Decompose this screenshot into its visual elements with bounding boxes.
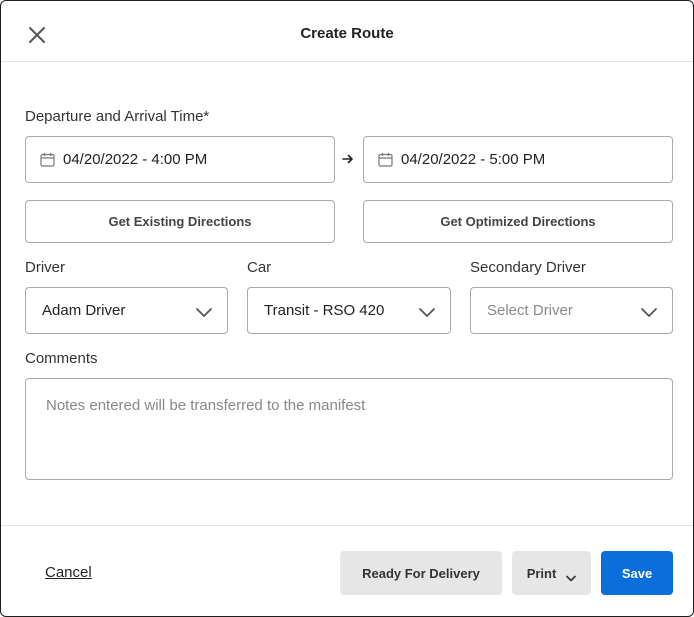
secondary-driver-label: Secondary Driver bbox=[470, 259, 586, 276]
departure-time-value: 04/20/2022 - 4:00 PM bbox=[63, 151, 208, 168]
arrival-time-value: 04/20/2022 - 5:00 PM bbox=[401, 151, 546, 168]
create-route-dialog: Create Route Departure and Arrival Time*… bbox=[0, 0, 694, 617]
departure-time-field[interactable]: 04/20/2022 - 4:00 PM bbox=[25, 136, 335, 183]
time-label: Departure and Arrival Time* bbox=[25, 108, 210, 125]
arrow-right-icon bbox=[341, 152, 355, 166]
dialog-header: Create Route bbox=[1, 1, 693, 62]
driver-select[interactable]: Adam Driver bbox=[25, 287, 228, 334]
print-label: Print bbox=[526, 565, 557, 581]
cancel-link[interactable]: Cancel bbox=[45, 564, 92, 581]
save-button[interactable]: Save bbox=[601, 551, 673, 595]
driver-label: Driver bbox=[25, 259, 65, 276]
get-optimized-directions-button[interactable]: Get Optimized Directions bbox=[363, 200, 673, 243]
print-button[interactable]: Print bbox=[512, 551, 591, 595]
car-label: Car bbox=[247, 259, 272, 276]
arrival-time-field[interactable]: 04/20/2022 - 5:00 PM bbox=[363, 136, 673, 183]
dialog-title: Create Route bbox=[300, 25, 394, 42]
car-select[interactable]: Transit - RSO 420 bbox=[247, 287, 451, 334]
calendar-icon bbox=[40, 152, 55, 167]
chevron-down-icon bbox=[195, 305, 213, 317]
comments-placeholder: Notes entered will be transferred to the… bbox=[46, 397, 366, 414]
ready-for-delivery-button[interactable]: Ready For Delivery bbox=[340, 551, 502, 595]
get-existing-directions-button[interactable]: Get Existing Directions bbox=[25, 200, 335, 243]
driver-value: Adam Driver bbox=[42, 302, 126, 319]
footer-divider bbox=[1, 525, 693, 526]
comments-textarea[interactable]: Notes entered will be transferred to the… bbox=[25, 378, 673, 480]
chevron-down-icon bbox=[640, 305, 658, 317]
calendar-icon bbox=[378, 152, 393, 167]
secondary-driver-placeholder: Select Driver bbox=[487, 302, 573, 319]
chevron-down-icon bbox=[418, 305, 436, 317]
secondary-driver-select[interactable]: Select Driver bbox=[470, 287, 673, 334]
car-value: Transit - RSO 420 bbox=[264, 302, 385, 319]
comments-label: Comments bbox=[25, 350, 98, 367]
chevron-down-icon bbox=[566, 570, 577, 581]
